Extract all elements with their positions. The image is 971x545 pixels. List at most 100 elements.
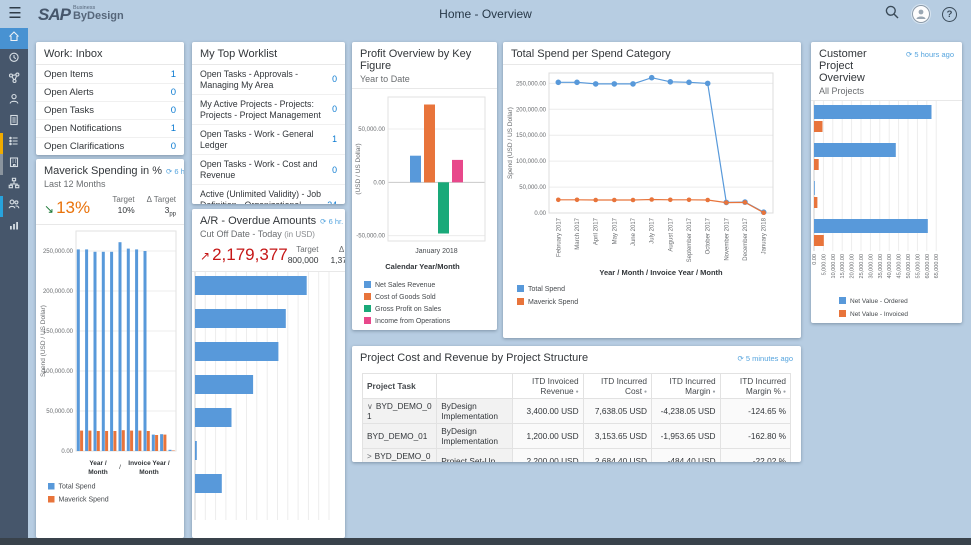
sidebar-item-employee[interactable] (0, 91, 28, 112)
worklist-item[interactable]: Open Tasks - Work - General Ledger1 (192, 124, 345, 154)
tile-subtitle: Cut Off Date - Today (200, 229, 282, 239)
tile-subtitle: Last 12 Months (44, 179, 176, 189)
refresh-icon: ⟳ (906, 50, 912, 59)
inbox-row-open-tasks[interactable]: Open Tasks0 (36, 101, 184, 119)
svg-text:0.00: 0.00 (61, 449, 73, 455)
svg-text:0.00: 0.00 (812, 254, 818, 265)
svg-text:Year / Month / Invoice Year /: Year / Month / Invoice Year / Month (599, 268, 723, 277)
inbox-row-open-notifications[interactable]: Open Notifications 1 (36, 119, 184, 137)
sidebar-item-worklist[interactable] (0, 133, 28, 154)
svg-text:Year /: Year / (89, 460, 107, 467)
cell-task: BYD_DEMO_01 (367, 401, 432, 421)
svg-text:0.00: 0.00 (373, 180, 385, 186)
project-table: Project Task ITD Invoiced Revenue● ITD I… (362, 373, 791, 462)
history-clock-icon (7, 50, 21, 69)
worklist-label: Open Tasks - Approvals - Managing My Are… (200, 69, 326, 90)
column-menu-icon[interactable]: ● (783, 389, 786, 395)
worklist-item[interactable]: Active (Unlimited Validity) - Job Defini… (192, 184, 345, 204)
row-label: Open Notifications (44, 123, 122, 134)
target-value: 800,000 (288, 255, 319, 265)
column-menu-icon[interactable]: ● (576, 389, 579, 395)
help-icon[interactable]: ? (942, 7, 957, 22)
tile-title: Total Spend per Spend Category (511, 48, 671, 60)
column-menu-icon[interactable]: ● (644, 389, 647, 395)
target-label: Target (288, 245, 319, 254)
search-icon[interactable] (884, 4, 900, 25)
worklist-item[interactable]: Open Tasks - Approvals - Managing My Are… (192, 65, 345, 94)
inbox-row-open-clarifications[interactable]: Open Clarifications0 (36, 137, 184, 155)
row-value: 0 (171, 87, 176, 98)
sidebar-item-home[interactable] (0, 28, 28, 49)
table-row[interactable]: ∨BYD_DEMO_01 ByDesign Implementation 3,4… (363, 399, 791, 424)
refresh-icon: ⟳ (320, 217, 326, 226)
collapse-icon[interactable]: ∨ (367, 402, 373, 411)
row-value: 1 (171, 123, 176, 134)
svg-text:January 2018: January 2018 (762, 217, 768, 254)
cell-revenue: 2,200.00 USD (513, 449, 584, 463)
col-header-itd-incurred-margin[interactable]: ITD Incurred Margin● (652, 374, 721, 399)
svg-text:Maverick Spend: Maverick Spend (528, 299, 578, 306)
worklist-item[interactable]: Open Tasks - Work - Cost and Revenue0 (192, 154, 345, 184)
home-icon (7, 29, 21, 48)
sidebar-item-analytics[interactable] (0, 217, 28, 238)
svg-text:50,000.00: 50,000.00 (906, 254, 912, 278)
cell-revenue: 3,400.00 USD (513, 399, 584, 424)
target-value: 10% (112, 205, 134, 218)
people-icon (7, 197, 21, 216)
table-row[interactable]: BYD_DEMO_01 ByDesign Implementation 1,20… (363, 424, 791, 449)
delta-target-label: Δ Target (147, 195, 176, 204)
worklist-count: 0 (332, 165, 337, 176)
sidebar-item-network[interactable] (0, 70, 28, 91)
refresh-time: 6 hr. ago (174, 167, 184, 176)
table-row[interactable]: >BYD_DEMO_01_1000 Project Set-Up 2,200.0… (363, 449, 791, 463)
ar-overdue-chart (192, 272, 345, 520)
expand-icon[interactable]: > (367, 452, 372, 461)
worklist-label: Active (Unlimited Validity) - Job Defini… (200, 189, 321, 204)
svg-text:25,000.00: 25,000.00 (859, 254, 865, 278)
worklist-count: 0 (332, 104, 337, 115)
svg-text:200,000.00: 200,000.00 (43, 289, 74, 295)
sidebar-item-feed[interactable] (0, 49, 28, 70)
svg-text:Income from Operations: Income from Operations (375, 318, 451, 325)
svg-text:Calendar Year/Month: Calendar Year/Month (385, 262, 460, 271)
row-value: 0 (171, 141, 176, 152)
col-header-itd-incurred-cost[interactable]: ITD Incurred Cost● (583, 374, 651, 399)
tile-title: My Top Worklist (200, 48, 277, 60)
svg-text:Maverick Spend: Maverick Spend (59, 496, 109, 503)
svg-text:65,000.00: 65,000.00 (934, 254, 940, 278)
trend-down-icon: ↘ (44, 202, 54, 216)
svg-text:December 2017: December 2017 (743, 217, 749, 260)
svg-text:5,000.00: 5,000.00 (821, 254, 827, 275)
col-header-itd-incurred-margin-pct[interactable]: ITD Incurred Margin %● (720, 374, 790, 399)
work-inbox-tile: Work: Inbox Open Items1 Open Alerts0 Ope… (36, 42, 184, 155)
col-header-project-task[interactable]: Project Task (363, 374, 437, 399)
svg-text:April 2017: April 2017 (594, 217, 600, 245)
sidebar-item-documents[interactable] (0, 112, 28, 133)
building-icon (7, 155, 21, 174)
maverick-spending-chart: 0.0050,000.00100,000.00150,000.00200,000… (36, 225, 184, 537)
cell-name: ByDesign Implementation (437, 424, 513, 449)
sidebar-item-company[interactable] (0, 154, 28, 175)
tile-title: Profit Overview by Key Figure (360, 48, 489, 72)
kpi-value: ↘13% (44, 198, 90, 218)
svg-text:35,000.00: 35,000.00 (878, 254, 884, 278)
subtitle-note: (in USD) (284, 230, 315, 239)
tile-subtitle: Year to Date (360, 74, 489, 84)
window-bottom-edge (0, 538, 971, 545)
svg-text:Month: Month (139, 469, 159, 476)
col-header-blank (437, 374, 513, 399)
table-header-row: Project Task ITD Invoiced Revenue● ITD I… (363, 374, 791, 399)
profit-overview-chart: -50,000.000.0050,000.00January 2018Calen… (352, 89, 497, 330)
column-menu-icon[interactable]: ● (713, 389, 716, 395)
svg-text:January 2018: January 2018 (415, 248, 458, 255)
worklist-item[interactable]: My Active Projects - Projects: Projects … (192, 94, 345, 124)
sidebar-item-orgchart[interactable] (0, 175, 28, 196)
user-avatar[interactable] (912, 5, 930, 23)
tile-title: Customer Project Overview (819, 48, 902, 84)
inbox-row-open-items[interactable]: Open Items1 (36, 65, 184, 83)
svg-text:Spend (USD / US Dollar): Spend (USD / US Dollar) (40, 305, 47, 377)
sidebar-item-suppliers[interactable] (0, 196, 28, 217)
col-header-itd-invoiced-revenue[interactable]: ITD Invoiced Revenue● (513, 374, 584, 399)
inbox-row-open-alerts[interactable]: Open Alerts0 (36, 83, 184, 101)
ar-overdue-tile: A/R - Overdue Amounts ⟳ 6 hr. ago Cut Of… (192, 209, 345, 538)
